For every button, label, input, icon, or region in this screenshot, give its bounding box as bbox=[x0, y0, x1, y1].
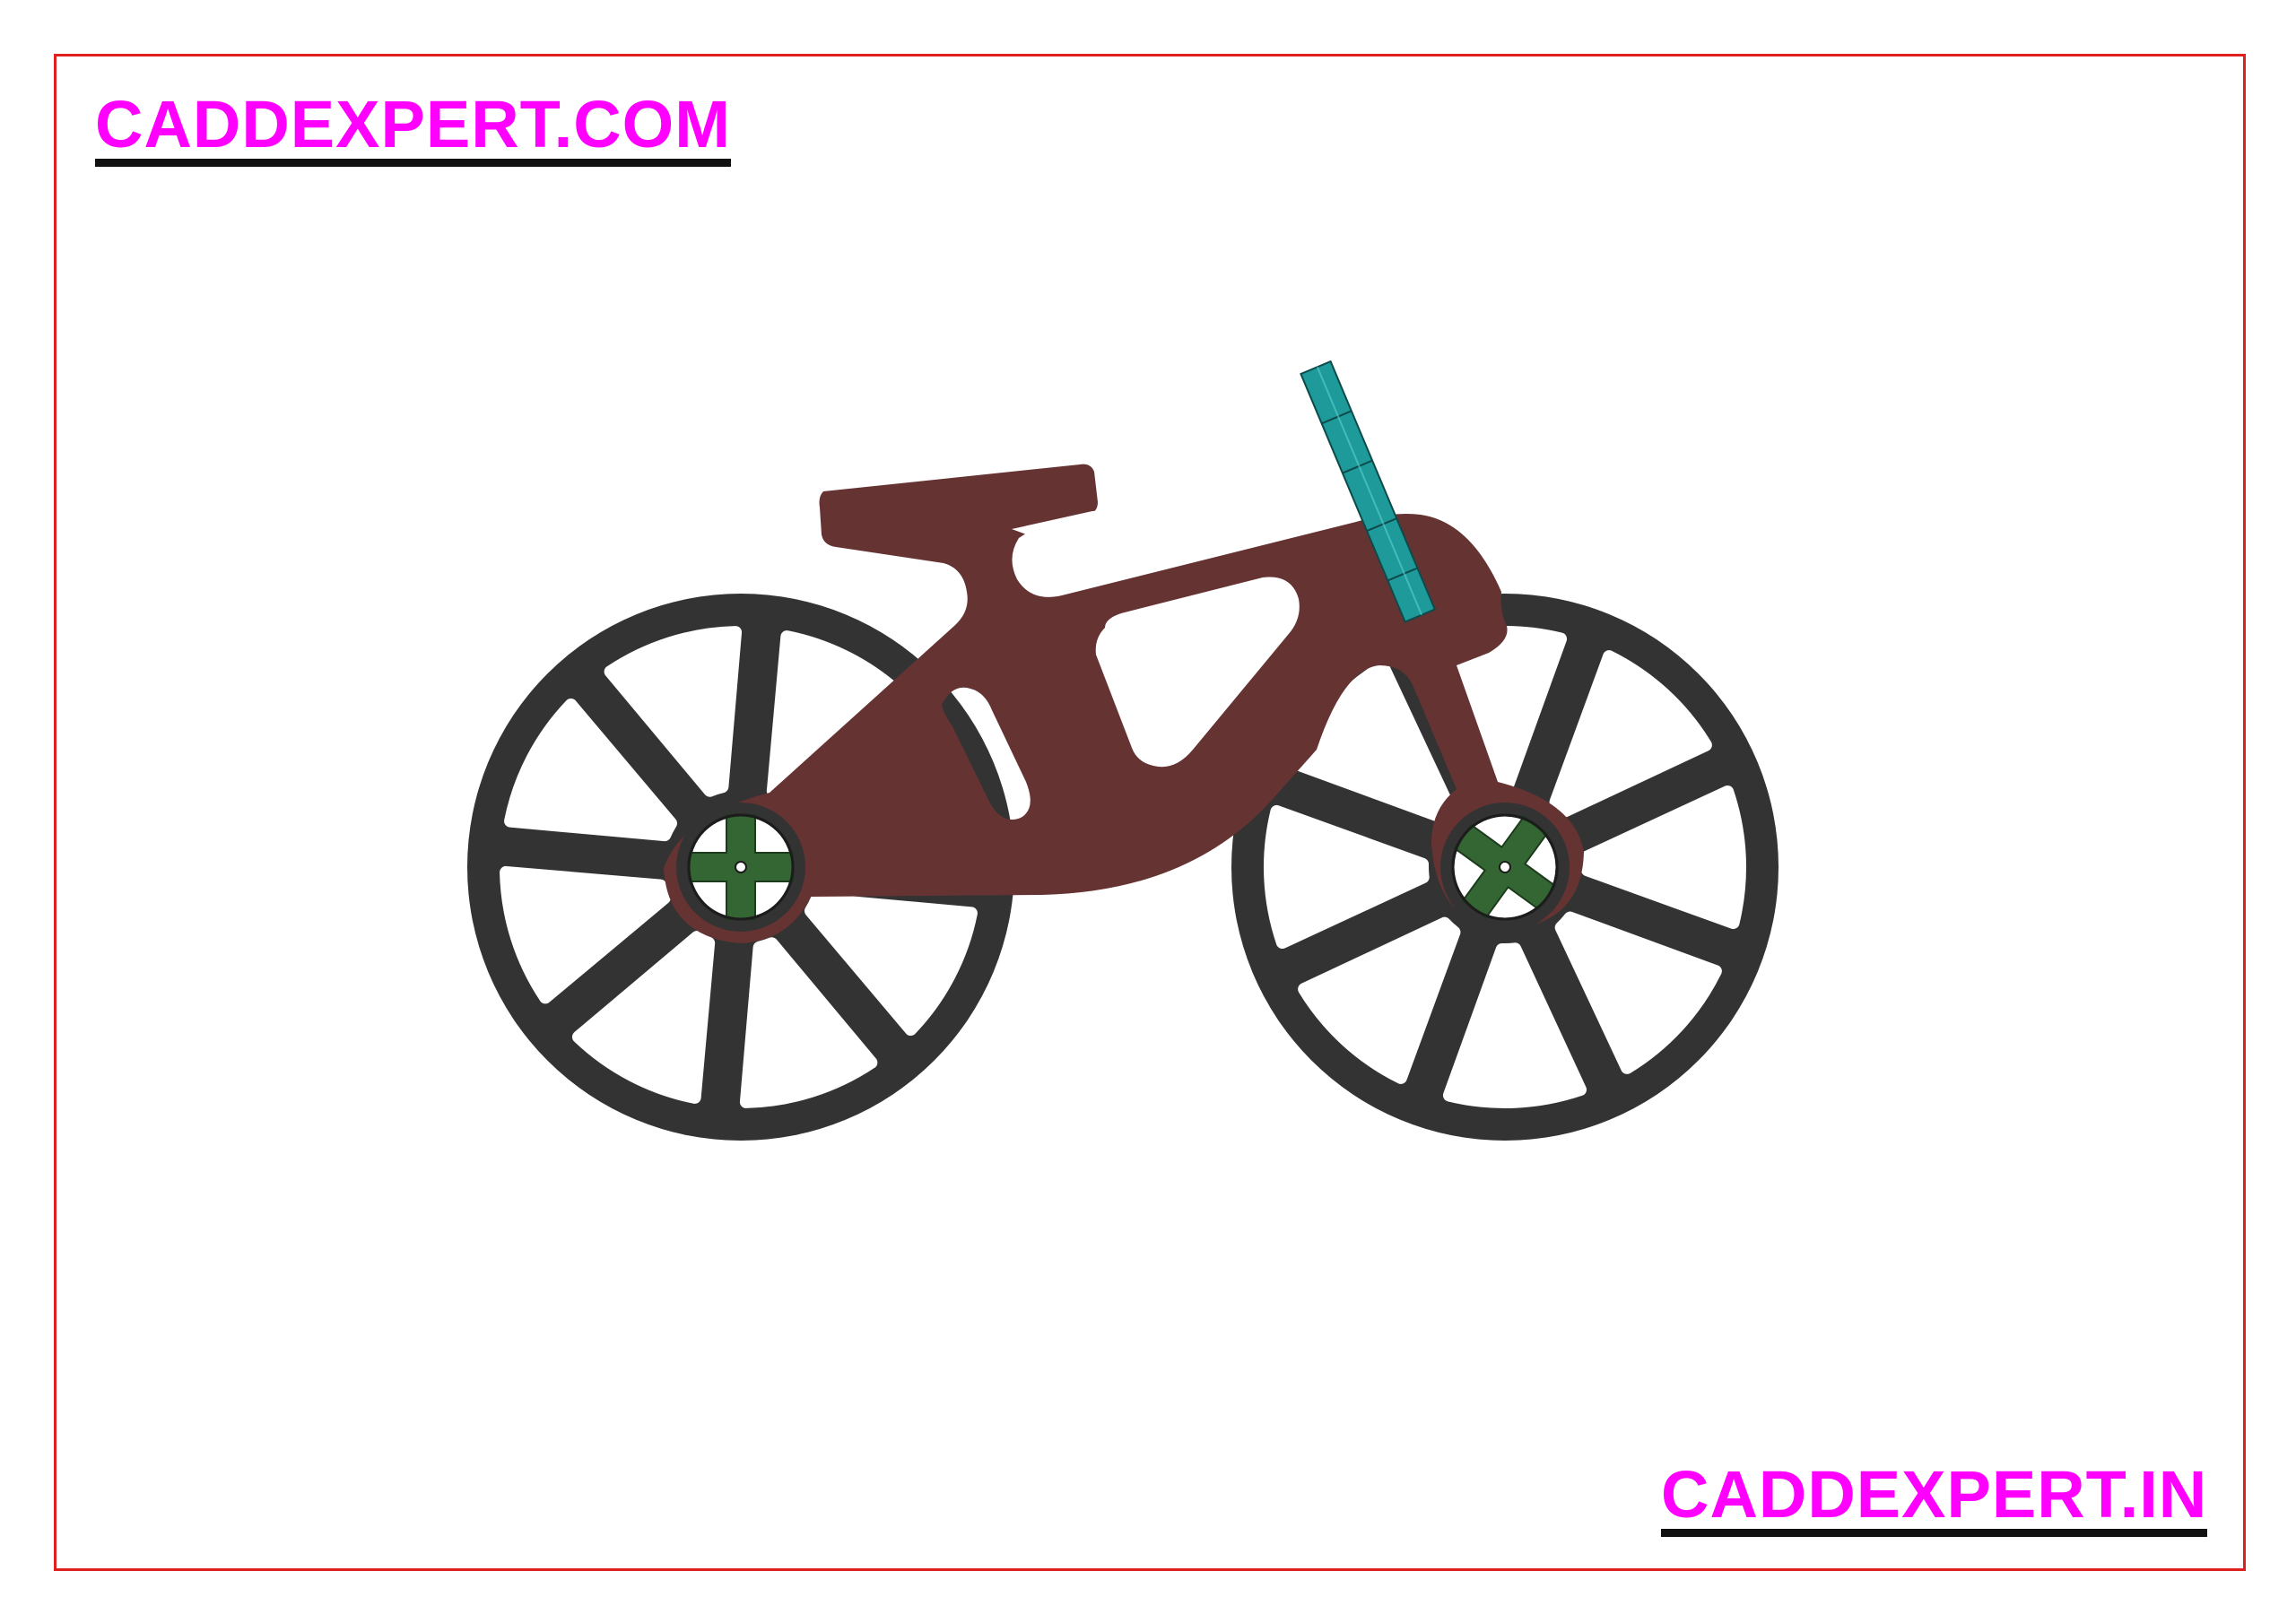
rear-hub bbox=[687, 813, 795, 921]
bicycle-model bbox=[467, 360, 1779, 1141]
hub-cross bbox=[687, 813, 795, 921]
